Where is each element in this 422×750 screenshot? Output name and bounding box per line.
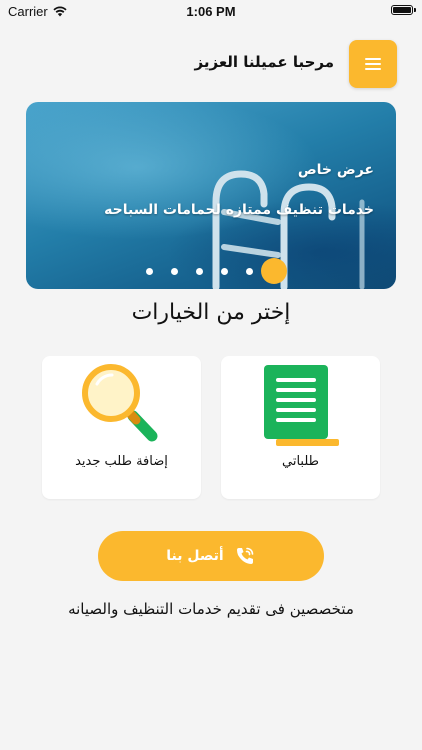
banner-title: عرض خاص <box>297 162 374 178</box>
battery-icon <box>391 5 416 15</box>
my-orders-label: طلباتي <box>282 454 319 469</box>
carousel-dot[interactable] <box>145 267 153 275</box>
carousel-dot-active[interactable] <box>261 258 287 284</box>
carousel-dots <box>26 253 396 289</box>
carousel-dot[interactable] <box>195 267 203 275</box>
phone-icon <box>236 547 254 564</box>
tagline: متخصصين فى تقديم خدمات التنظيف والصيانه <box>68 600 354 618</box>
clock: 1:06 PM <box>186 4 236 19</box>
greeting-text: مرحبا عميلنا العزيز <box>194 53 334 71</box>
orders-list-icon <box>264 365 339 446</box>
promo-banner[interactable]: عرض خاص خدمات تنظيف ممتازه لحمامات السبا… <box>26 102 396 289</box>
menu-button[interactable] <box>349 40 397 88</box>
carousel-dot[interactable] <box>170 267 178 275</box>
status-bar: Carrier 1:06 PM <box>0 0 422 24</box>
new-order-card[interactable]: إضافة طلب جديد <box>42 356 201 499</box>
banner-subtitle: خدمات تنظيف ممتازه لحمامات السباحه <box>104 202 374 218</box>
my-orders-card[interactable]: طلباتي <box>221 356 380 499</box>
header: مرحبا عميلنا العزيز <box>0 40 422 88</box>
carousel-dot[interactable] <box>245 267 253 275</box>
contact-us-label: أتصل بنا <box>166 548 224 564</box>
hamburger-icon <box>365 58 381 70</box>
magnifier-icon <box>82 364 158 442</box>
contact-us-button[interactable]: أتصل بنا <box>98 531 324 581</box>
new-order-label: إضافة طلب جديد <box>75 454 168 469</box>
section-title: إختر من الخيارات <box>131 300 291 325</box>
carousel-dot[interactable] <box>220 267 228 275</box>
